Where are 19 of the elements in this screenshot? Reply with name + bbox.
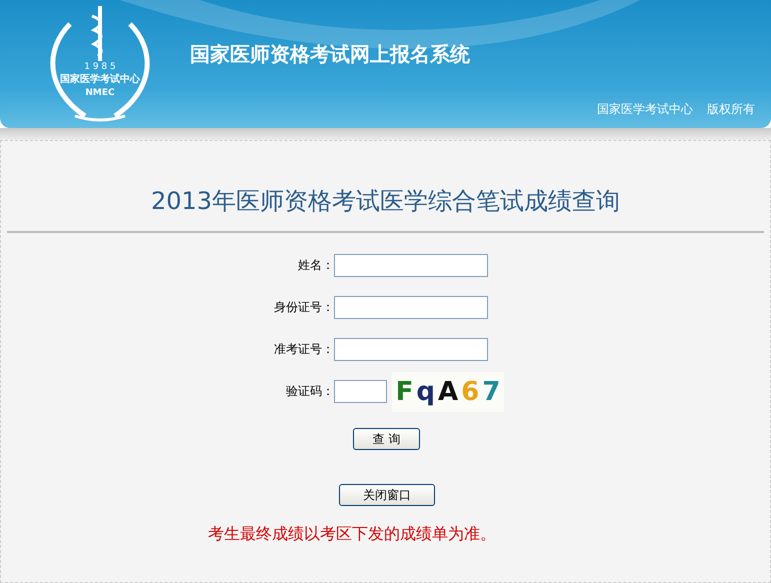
page-title: 2013年医师资格考试医学综合笔试成绩查询 xyxy=(150,186,622,217)
field-label: 验证码： xyxy=(285,383,334,400)
header-text: 版权所有 xyxy=(707,101,755,118)
field-label: 准考证号： xyxy=(273,341,334,358)
field-label: 姓名： xyxy=(297,257,334,274)
notice-text: 考生最终成绩以考区下发的成绩单为准。 xyxy=(208,524,497,545)
logo-abbreviation: NMEC xyxy=(85,87,115,99)
logo-name: 国家医学考试中心 xyxy=(60,73,140,87)
field-label: 身份证号： xyxy=(273,299,334,316)
header-text: 国家医学考试中心 xyxy=(597,101,693,118)
input-field[interactable] xyxy=(334,296,488,319)
input-field[interactable] xyxy=(334,338,488,361)
input-field[interactable] xyxy=(334,254,488,277)
system-title: 国家医师资格考试网上报名系统 xyxy=(190,40,470,68)
captcha-input-field[interactable] xyxy=(334,380,387,403)
captcha-image: F qA6 7 xyxy=(392,372,504,412)
close-window-button[interactable]: 关闭窗口 xyxy=(339,484,435,506)
query-button[interactable]: 查 询 xyxy=(353,428,420,450)
logo-year: 1 9 8 5 xyxy=(84,62,116,73)
